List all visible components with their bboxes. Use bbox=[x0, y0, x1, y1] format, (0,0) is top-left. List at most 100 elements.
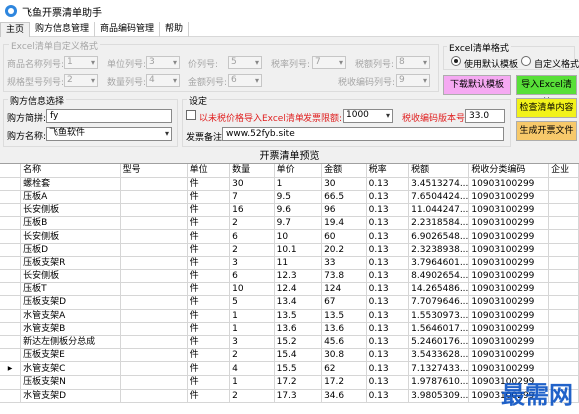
table-cell[interactable]: 10903100299 bbox=[468, 190, 550, 205]
tab-help[interactable]: 帮助 bbox=[160, 22, 190, 37]
custom-format-radio[interactable] bbox=[521, 56, 531, 66]
table-cell[interactable]: 33 bbox=[321, 256, 367, 271]
table-cell[interactable]: 0.13 bbox=[366, 348, 410, 363]
tab-product-code-management[interactable]: 商品编码管理 bbox=[95, 22, 161, 37]
table-cell[interactable]: 15.4 bbox=[274, 348, 323, 363]
column-header[interactable]: 金额 bbox=[321, 164, 367, 178]
column-header[interactable]: 数量 bbox=[229, 164, 275, 178]
table-cell[interactable]: 0.13 bbox=[366, 269, 410, 284]
table-cell[interactable]: 件 bbox=[187, 229, 231, 244]
row-header[interactable] bbox=[0, 295, 22, 310]
table-cell[interactable]: 压板支架N bbox=[20, 375, 121, 390]
row-header[interactable] bbox=[0, 282, 22, 297]
invoice-limit-select[interactable]: 1000 bbox=[343, 109, 393, 123]
table-cell[interactable]: 45.6 bbox=[321, 335, 367, 350]
table-cell[interactable]: 11 bbox=[274, 256, 323, 271]
table-cell[interactable]: 3.9805309... bbox=[408, 389, 470, 403]
table-row[interactable]: 压板支架D 件 5 13.4 67 0.13 7.7079646... 10903100299 bbox=[0, 295, 579, 310]
table-cell[interactable]: 水管支架B bbox=[20, 322, 121, 336]
row-header[interactable] bbox=[0, 256, 22, 271]
table-cell[interactable]: 0.13 bbox=[366, 295, 410, 310]
table-cell[interactable] bbox=[548, 216, 579, 231]
table-row[interactable]: 长安侧板 件 6 12.3 73.8 0.13 8.4902654... 1090310029… bbox=[0, 269, 579, 284]
table-cell[interactable] bbox=[548, 282, 579, 297]
column-header[interactable]: 单价 bbox=[274, 164, 323, 178]
table-cell[interactable] bbox=[120, 389, 188, 403]
table-cell[interactable]: 0.13 bbox=[366, 335, 410, 350]
table-cell[interactable]: 60 bbox=[321, 229, 367, 244]
table-cell[interactable]: 13.4 bbox=[274, 295, 323, 310]
table-cell[interactable]: 6 bbox=[229, 229, 275, 244]
table-cell[interactable]: 17.2 bbox=[321, 375, 367, 390]
table-cell[interactable] bbox=[120, 229, 188, 244]
table-cell[interactable]: 3 bbox=[229, 256, 275, 271]
table-cell[interactable]: 15.2 bbox=[274, 335, 323, 350]
row-header[interactable] bbox=[0, 203, 22, 218]
column-header[interactable]: 型号 bbox=[120, 164, 188, 178]
table-cell[interactable]: 水管支架D bbox=[20, 389, 121, 403]
table-cell[interactable]: 14.265486... bbox=[408, 282, 470, 297]
table-cell[interactable] bbox=[120, 269, 188, 284]
table-cell[interactable]: 10903100299 bbox=[468, 256, 550, 271]
table-cell[interactable]: 件 bbox=[187, 190, 231, 205]
table-cell[interactable] bbox=[120, 361, 188, 377]
row-header[interactable] bbox=[0, 216, 22, 231]
table-cell[interactable]: 16 bbox=[229, 203, 275, 218]
table-cell[interactable]: 0.13 bbox=[366, 309, 410, 323]
table-cell[interactable]: 13.6 bbox=[321, 322, 367, 336]
table-cell[interactable]: 124 bbox=[321, 282, 367, 297]
row-header[interactable] bbox=[0, 348, 22, 363]
table-row[interactable]: 水管支架D 件 2 17.3 34.6 0.13 3.9805309... 109031002… bbox=[0, 389, 579, 403]
table-cell[interactable]: 0.13 bbox=[366, 203, 410, 218]
table-cell[interactable]: 件 bbox=[187, 216, 231, 231]
table-cell[interactable]: 长安侧板 bbox=[20, 229, 121, 244]
table-cell[interactable]: 10903100299 bbox=[468, 216, 550, 231]
table-cell[interactable]: 19.4 bbox=[321, 216, 367, 231]
table-cell[interactable]: 13.5 bbox=[321, 309, 367, 323]
table-cell[interactable]: 20.2 bbox=[321, 243, 367, 257]
table-cell[interactable]: 11.044247... bbox=[408, 203, 470, 218]
table-row[interactable]: 压板A 件 7 9.5 66.5 0.13 7.6504424... 10903100299 bbox=[0, 190, 579, 205]
table-cell[interactable]: 9.5 bbox=[274, 190, 323, 205]
table-cell[interactable] bbox=[120, 282, 188, 297]
table-cell[interactable]: 10903100299 bbox=[468, 203, 550, 218]
table-row[interactable]: 压板B 件 2 9.7 19.4 0.13 2.2318584... 10903100299 bbox=[0, 216, 579, 231]
table-cell[interactable] bbox=[548, 203, 579, 218]
row-header[interactable] bbox=[0, 229, 22, 244]
table-cell[interactable]: 17.2 bbox=[274, 375, 323, 390]
table-cell[interactable] bbox=[548, 335, 579, 350]
table-cell[interactable] bbox=[120, 243, 188, 257]
row-header[interactable] bbox=[0, 243, 22, 257]
spec-col-select[interactable]: 2 bbox=[64, 74, 98, 87]
tax-code-col-select[interactable]: 9 bbox=[396, 74, 430, 87]
row-header[interactable] bbox=[0, 309, 22, 323]
table-cell[interactable]: 0.13 bbox=[366, 375, 410, 390]
table-cell[interactable] bbox=[548, 295, 579, 310]
amount-col-select[interactable]: 6 bbox=[228, 74, 262, 87]
table-cell[interactable]: 件 bbox=[187, 375, 231, 390]
default-template-radio[interactable] bbox=[451, 56, 461, 66]
table-cell[interactable]: 0.13 bbox=[366, 190, 410, 205]
table-cell[interactable]: 件 bbox=[187, 203, 231, 218]
table-cell[interactable]: 件 bbox=[187, 348, 231, 363]
table-cell[interactable]: 0.13 bbox=[366, 256, 410, 271]
table-cell[interactable]: 压板B bbox=[20, 216, 121, 231]
check-content-button[interactable]: 检查清单内容 bbox=[516, 98, 577, 118]
table-cell[interactable]: 3.5433628... bbox=[408, 348, 470, 363]
table-cell[interactable]: 1.5530973... bbox=[408, 309, 470, 323]
table-cell[interactable]: 压板A bbox=[20, 190, 121, 205]
table-cell[interactable]: 0.13 bbox=[366, 282, 410, 297]
table-cell[interactable]: 12.3 bbox=[274, 269, 323, 284]
unit-col-select[interactable]: 3 bbox=[146, 56, 180, 69]
table-cell[interactable]: 件 bbox=[187, 335, 231, 350]
table-cell[interactable]: 66.5 bbox=[321, 190, 367, 205]
table-cell[interactable]: 长安侧板 bbox=[20, 203, 121, 218]
table-row[interactable]: 螺栓套件 30 1 30 0.13 3.4513274... 10903100299 bbox=[0, 177, 579, 191]
column-header[interactable]: 单位 bbox=[187, 164, 231, 178]
table-cell[interactable] bbox=[120, 203, 188, 218]
table-cell[interactable]: 10903100299 bbox=[468, 229, 550, 244]
table-cell[interactable] bbox=[548, 269, 579, 284]
table-cell[interactable] bbox=[120, 322, 188, 336]
table-row[interactable]: 长安侧板 件 6 10 60 0.13 6.9026548... 10903100299 bbox=[0, 229, 579, 244]
table-row[interactable]: 压板T 件 10 12.4 124 0.13 14.265486... 10903100299 bbox=[0, 282, 579, 297]
